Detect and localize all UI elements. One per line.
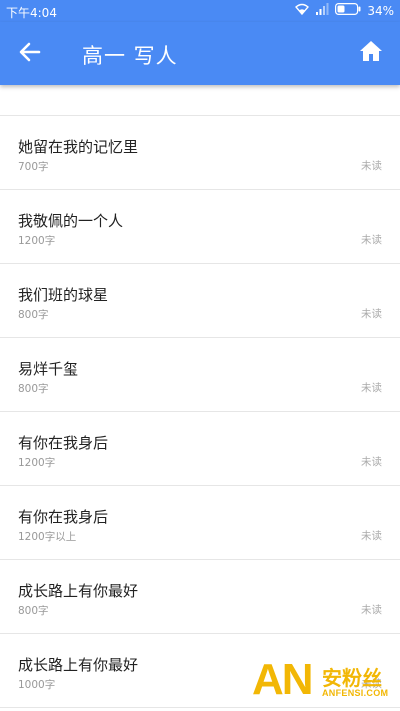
item-word-count: 1000字 bbox=[18, 679, 56, 691]
item-word-count: 1200字 bbox=[18, 457, 56, 469]
watermark-site: ANFENSI.COM bbox=[322, 688, 389, 698]
signal-icon bbox=[315, 3, 329, 18]
page-title: 高一 写人 bbox=[82, 44, 178, 68]
wifi-icon bbox=[295, 3, 310, 18]
list-item[interactable]: 我们班的球星 800字 未读 bbox=[0, 264, 400, 338]
watermark-logo: AN bbox=[252, 655, 314, 704]
item-title: 成长路上有你最好 bbox=[18, 582, 139, 600]
item-read-status: 未读 bbox=[361, 308, 382, 320]
item-read-status: 未读 bbox=[361, 382, 382, 394]
item-title: 成长路上有你最好 bbox=[18, 656, 139, 674]
item-read-status: 未读 bbox=[361, 456, 382, 468]
item-title: 有你在我身后 bbox=[18, 434, 109, 452]
list-item[interactable]: 成长路上有你最好 800字 未读 bbox=[0, 560, 400, 634]
back-button[interactable] bbox=[12, 38, 48, 70]
list-item[interactable]: 有你在我身后 1200字以上 未读 bbox=[0, 486, 400, 560]
status-time: 下午4:04 bbox=[6, 6, 57, 20]
item-word-count: 800字 bbox=[18, 309, 49, 321]
item-title: 有你在我身后 bbox=[18, 508, 109, 526]
item-title: 易烊千玺 bbox=[18, 360, 79, 378]
home-button[interactable] bbox=[354, 36, 388, 70]
item-word-count: 800字 bbox=[18, 605, 49, 617]
watermark-name: 安粉丝 bbox=[322, 666, 382, 690]
list-item-partial[interactable] bbox=[0, 85, 400, 116]
item-read-status: 未读 bbox=[361, 604, 382, 616]
item-word-count: 1200字 bbox=[18, 235, 56, 247]
list-item[interactable]: 她留在我的记忆里 700字 未读 bbox=[0, 116, 400, 190]
list-item[interactable]: 我敬佩的一个人 1200字 未读 bbox=[0, 190, 400, 264]
item-title: 我敬佩的一个人 bbox=[18, 212, 124, 230]
item-read-status: 未读 bbox=[361, 160, 382, 172]
status-icons: 34% bbox=[295, 3, 394, 18]
item-word-count: 800字 bbox=[18, 383, 49, 395]
site-watermark: AN 安粉丝 ANFENSI.COM bbox=[250, 656, 400, 711]
item-read-status: 未读 bbox=[361, 234, 382, 246]
item-title: 我们班的球星 bbox=[18, 286, 109, 304]
battery-percent: 34% bbox=[367, 3, 394, 18]
home-icon bbox=[359, 40, 383, 66]
item-read-status: 未读 bbox=[361, 530, 382, 542]
app-bar: 高一 写人 bbox=[0, 22, 400, 85]
article-list[interactable]: 她留在我的记忆里 700字 未读 我敬佩的一个人 1200字 未读 我们班的球星… bbox=[0, 85, 400, 711]
item-title: 她留在我的记忆里 bbox=[18, 138, 139, 156]
status-bar: 下午4:04 34% bbox=[0, 0, 400, 22]
item-word-count: 700字 bbox=[18, 161, 49, 173]
battery-icon bbox=[335, 3, 361, 18]
list-item[interactable]: 有你在我身后 1200字 未读 bbox=[0, 412, 400, 486]
item-word-count: 1200字以上 bbox=[18, 531, 77, 543]
list-item[interactable]: 易烊千玺 800字 未读 bbox=[0, 338, 400, 412]
arrow-left-icon bbox=[19, 42, 41, 66]
